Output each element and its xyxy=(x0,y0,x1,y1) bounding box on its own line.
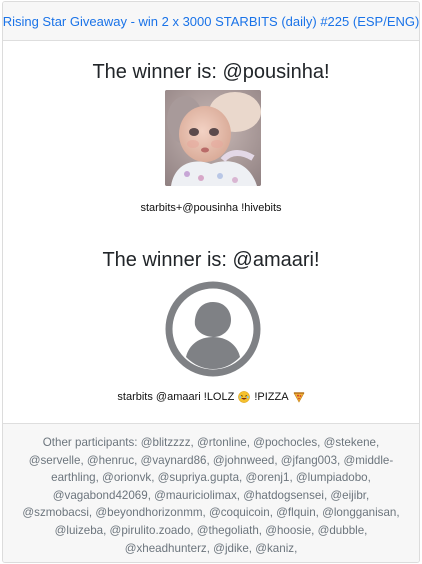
doll-photo xyxy=(165,90,261,186)
card-footer: Other participants: @blitzzzz, @rtonline… xyxy=(3,423,419,562)
winner-1-avatar[interactable] xyxy=(165,90,261,186)
rofl-emoji-icon xyxy=(238,391,251,403)
winner-2-comment-start: starbits @amaari !LOLZ xyxy=(117,391,235,403)
default-user-icon xyxy=(165,281,261,377)
winner-2-title: The winner is: @amaari! xyxy=(102,249,320,271)
winner-1-title: The winner is: @pousinha! xyxy=(92,61,330,83)
winner-2-avatar[interactable] xyxy=(164,280,262,378)
participants-list: Other participants: @blitzzzz, @rtonline… xyxy=(22,436,400,555)
winner-1-comment-text: starbits+@pousinha !hivebits xyxy=(140,202,282,214)
pizza-emoji-icon xyxy=(293,391,305,403)
winner-1-comment: starbits+@pousinha !hivebits xyxy=(3,202,419,214)
winner-2-comment: starbits @amaari !LOLZ !PIZZA xyxy=(3,391,419,403)
winner-2-comment-mid: !PIZZA xyxy=(254,391,289,403)
giveaway-title-link[interactable]: Rising Star Giveaway - win 2 x 3000 STAR… xyxy=(3,14,419,29)
card-header: Rising Star Giveaway - win 2 x 3000 STAR… xyxy=(3,2,419,41)
giveaway-card: Rising Star Giveaway - win 2 x 3000 STAR… xyxy=(2,1,420,563)
